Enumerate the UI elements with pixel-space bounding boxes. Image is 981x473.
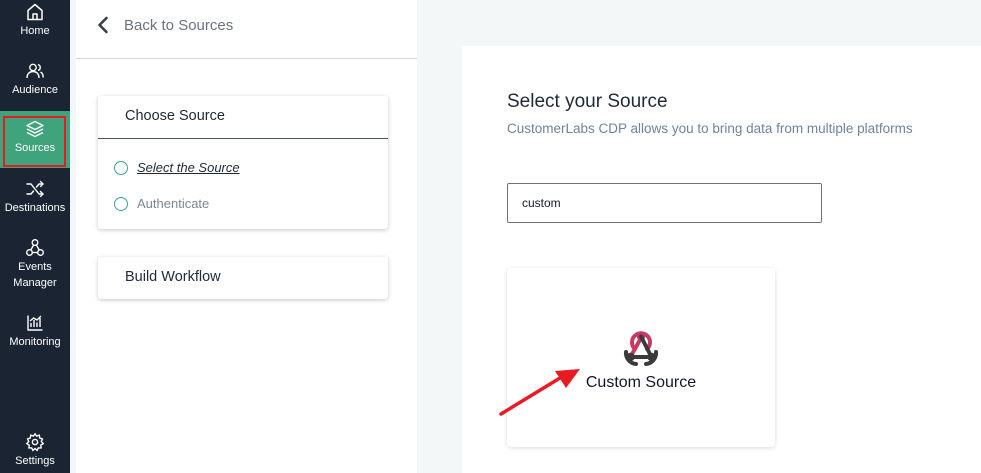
substep-authenticate[interactable]: Authenticate [114,196,209,211]
sidebar-item-label: Destinations [4,202,66,214]
chart-icon [27,315,43,331]
page-subtitle: CustomerLabs CDP allows you to bring dat… [507,121,913,136]
source-search-input[interactable] [507,183,822,223]
back-link-label: Back to Sources [124,16,234,34]
sidebar: Home Audience Sources Destinations Event… [0,0,70,473]
sidebar-item-settings[interactable]: Settings [0,430,70,473]
source-card-label: Custom Source [585,374,697,391]
sidebar-item-destinations[interactable]: Destinations [0,177,70,233]
substep-label: Select the Source [137,160,240,175]
sidebar-item-label: Sources [14,142,56,154]
gear-icon [25,432,45,452]
substep-label: Authenticate [137,196,210,211]
layers-icon [26,120,44,138]
home-icon [27,3,43,21]
users-icon [26,63,44,79]
chevron-left-icon [98,16,108,34]
source-selection-panel: Select your Source CustomerLabs CDP allo… [462,46,981,473]
sidebar-item-label: Monitoring [9,336,61,348]
substep-select-source[interactable]: Select the Source [114,160,240,175]
step-title: Choose Source [125,108,225,124]
divider [76,58,417,59]
step-title: Build Workflow [125,269,221,285]
steps-panel: Back to Sources Choose Source Select the… [76,0,417,473]
divider [98,138,388,139]
sidebar-item-label: Events Manager [13,261,57,289]
webhook-icon [623,331,659,366]
choose-source-step-card: Choose Source Select the Source Authenti… [98,96,388,229]
sidebar-item-audience[interactable]: Audience [0,59,70,115]
sidebar-item-label: Audience [12,84,58,96]
sidebar-item-label: Home [20,25,50,37]
sidebar-item-monitoring[interactable]: Monitoring [0,311,70,367]
sidebar-item-events-manager[interactable]: Events Manager [0,236,70,298]
events-network-icon [26,239,44,256]
page-title: Select your Source [507,91,668,112]
custom-source-card[interactable]: Custom Source [507,268,775,447]
back-to-sources-link[interactable]: Back to Sources [96,12,233,38]
build-workflow-step-card[interactable]: Build Workflow [98,257,388,299]
step-status-circle-icon [114,160,128,175]
sidebar-item-label: Settings [15,455,55,467]
shuffle-icon [26,180,44,198]
sidebar-item-home[interactable]: Home [0,0,70,56]
step-status-circle-icon [114,196,128,211]
sidebar-item-sources[interactable]: Sources [0,111,70,168]
